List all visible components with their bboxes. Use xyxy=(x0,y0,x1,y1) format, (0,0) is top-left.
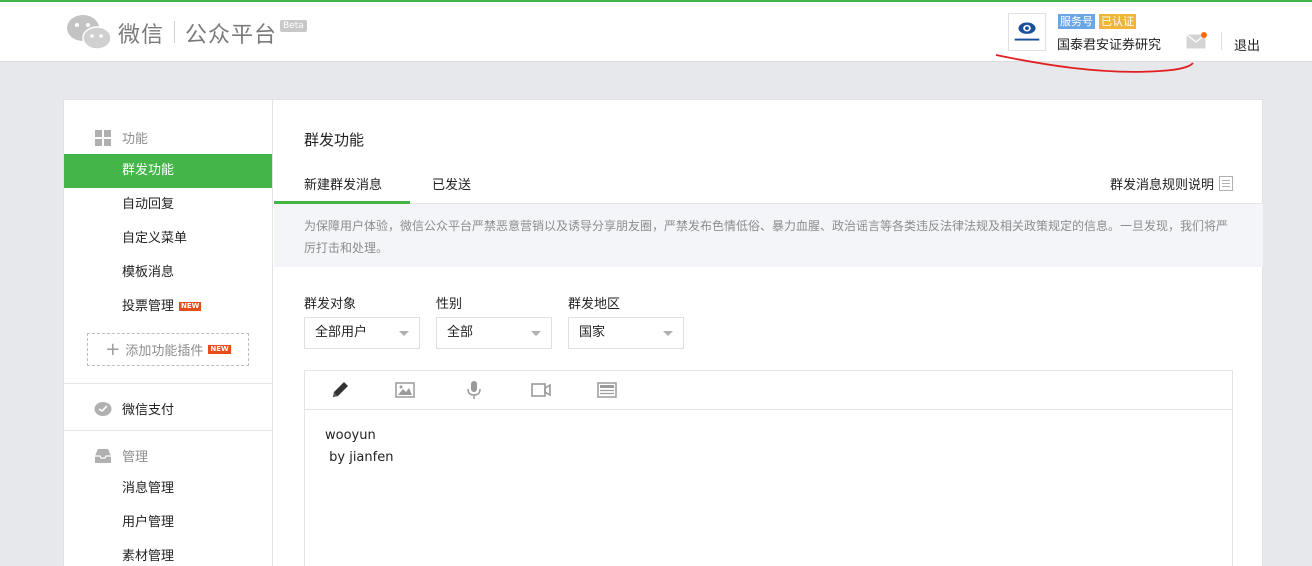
tab-sent[interactable]: 已发送 xyxy=(432,174,471,193)
account-logo-icon xyxy=(1014,22,1040,41)
section-title: 功能 xyxy=(122,132,149,147)
sidebar-item-vote-management[interactable]: 投票管理 NEW xyxy=(64,290,272,324)
logout-link[interactable]: 退出 xyxy=(1234,35,1260,54)
select-value: 全部用户 xyxy=(315,325,368,340)
wallet-icon xyxy=(94,401,112,416)
content-panel: 功能 群发功能 自动回复 自定义菜单 模板消息 投票管理 NEW + 添加功能插件… xyxy=(63,99,1263,566)
caret-down-icon xyxy=(399,331,409,336)
region-select[interactable]: 国家 xyxy=(568,317,684,349)
sidebar: 功能 群发功能 自动回复 自定义菜单 模板消息 投票管理 NEW + 添加功能插件… xyxy=(64,100,273,566)
audience-select[interactable]: 全部用户 xyxy=(304,317,420,349)
sidebar-item-label: 自动回复 xyxy=(122,197,175,212)
sidebar-item-material-management[interactable]: 素材管理 xyxy=(64,540,272,566)
sidebar-item-mass-send[interactable]: 群发功能 xyxy=(64,154,272,188)
beta-badge: Beta xyxy=(280,20,307,32)
tab-new-mass-message[interactable]: 新建群发消息 xyxy=(304,174,382,193)
sidebar-item-auto-reply[interactable]: 自动回复 xyxy=(64,188,272,222)
inbox-icon xyxy=(95,448,111,463)
filter-label-audience: 群发对象 xyxy=(304,297,357,312)
add-plugin-button[interactable]: + 添加功能插件 NEW xyxy=(87,333,249,366)
sidebar-divider xyxy=(64,383,272,384)
sidebar-divider xyxy=(64,430,272,431)
sidebar-item-template-messages[interactable]: 模板消息 xyxy=(64,256,272,290)
gender-select[interactable]: 全部 xyxy=(436,317,552,349)
product-name: 公众平台 xyxy=(185,23,278,48)
editor-content[interactable]: wooyun by jianfen xyxy=(325,425,393,469)
video-icon[interactable] xyxy=(530,379,552,401)
add-plugin-label: 添加功能插件 xyxy=(125,344,204,359)
document-icon xyxy=(1219,176,1233,191)
account-type-badge: 服务号 xyxy=(1058,14,1095,29)
sidebar-item-label: 用户管理 xyxy=(122,515,175,530)
sidebar-item-label: 投票管理 xyxy=(122,299,175,314)
main-content: 群发功能 新建群发消息 已发送 群发消息规则说明 为保障用户体验，微信公众平台严… xyxy=(274,100,1263,566)
sidebar-item-label: 消息管理 xyxy=(122,481,175,496)
sidebar-item-message-management[interactable]: 消息管理 xyxy=(64,472,272,506)
brand-name: 微信 xyxy=(118,23,165,48)
rules-link[interactable]: 群发消息规则说明 xyxy=(1110,174,1233,193)
sidebar-item-label: 群发功能 xyxy=(122,163,175,178)
image-icon[interactable] xyxy=(394,379,416,401)
rules-link-label: 群发消息规则说明 xyxy=(1109,178,1214,193)
sidebar-item-label: 模板消息 xyxy=(122,265,175,280)
microphone-icon[interactable] xyxy=(463,379,485,401)
editor-toolbar xyxy=(305,371,1232,410)
caret-down-icon xyxy=(663,331,673,336)
section-title: 管理 xyxy=(122,450,149,465)
sidebar-item-label: 素材管理 xyxy=(122,549,175,564)
pencil-icon[interactable] xyxy=(329,379,351,401)
select-value: 全部 xyxy=(447,325,474,340)
sidebar-item-user-management[interactable]: 用户管理 xyxy=(64,506,272,540)
account-name[interactable]: 国泰君安证券研究 xyxy=(1057,34,1161,53)
select-value: 国家 xyxy=(579,325,606,340)
section-title: 微信支付 xyxy=(122,403,175,418)
header: 微信 公众平台 Beta 服务号 已认证 国泰君安证券研究 退出 xyxy=(0,2,1312,62)
filter-label-gender: 性别 xyxy=(436,297,463,312)
account-avatar[interactable] xyxy=(1008,13,1046,51)
new-badge: NEW xyxy=(208,345,231,354)
grid-icon xyxy=(95,129,111,146)
article-icon[interactable] xyxy=(596,379,618,401)
sidebar-section-manage: 管理 xyxy=(94,446,148,465)
logo-divider xyxy=(174,21,175,43)
plus-icon: + xyxy=(105,339,121,360)
message-editor[interactable]: wooyun by jianfen xyxy=(304,370,1233,566)
page-title: 群发功能 xyxy=(304,131,365,149)
sidebar-item-wechat-pay[interactable]: 微信支付 xyxy=(94,399,174,418)
verified-badge: 已认证 xyxy=(1099,14,1136,29)
filter-label-region: 群发地区 xyxy=(568,297,621,312)
header-divider xyxy=(1221,32,1222,50)
notification-dot xyxy=(1201,32,1207,38)
wechat-logo-icon[interactable] xyxy=(66,14,112,50)
sidebar-item-custom-menu[interactable]: 自定义菜单 xyxy=(64,222,272,256)
new-badge: NEW xyxy=(179,302,202,311)
sidebar-item-label: 自定义菜单 xyxy=(122,231,188,246)
sidebar-section-functions: 功能 xyxy=(94,128,148,147)
caret-down-icon xyxy=(531,331,541,336)
policy-notice: 为保障用户体验，微信公众平台严禁恶意营销以及诱导分享朋友圈，严禁发布色情低俗、暴… xyxy=(274,204,1263,267)
